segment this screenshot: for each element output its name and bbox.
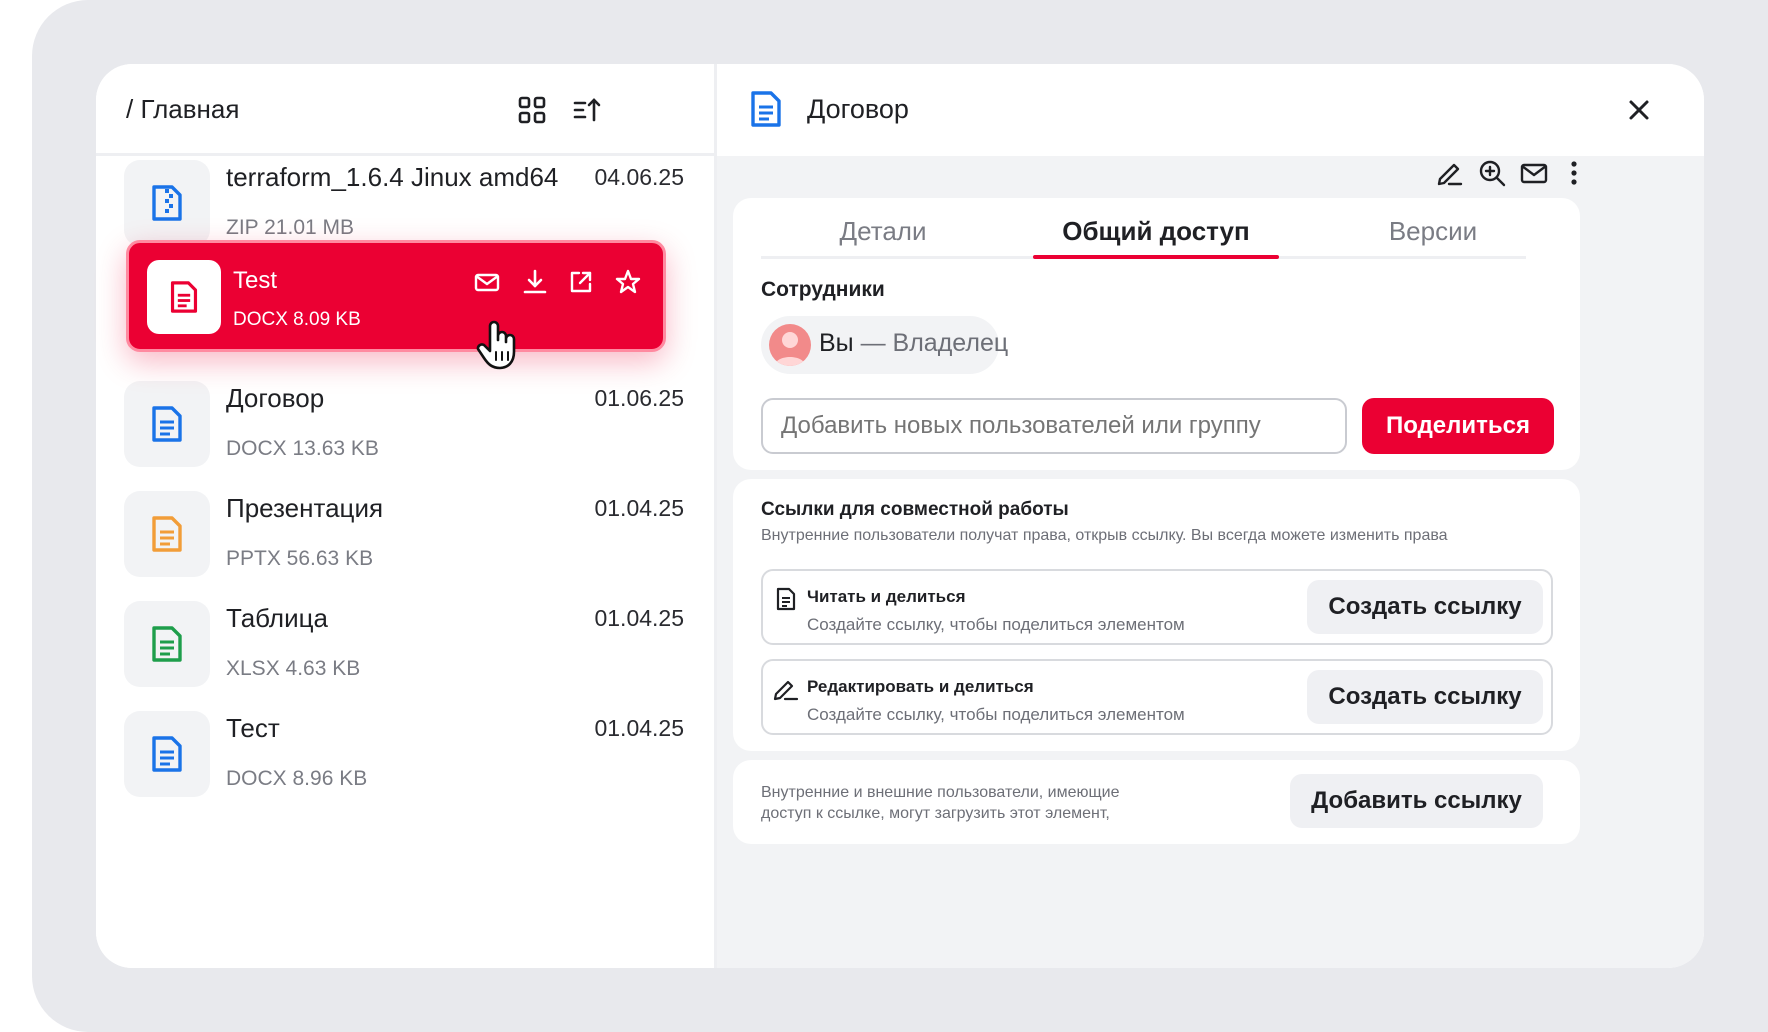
create-link-button[interactable]: Создать ссылку [1307, 670, 1543, 724]
file-meta: ZIP 21.01 MB [226, 216, 355, 239]
close-icon[interactable] [1627, 98, 1651, 122]
file-meta: DOCX 8.96 KB [226, 767, 368, 790]
external-text-2: доступ к ссылке, могут загрузить этот эл… [761, 805, 1110, 822]
owner-chip[interactable]: Вы — Владелец [761, 316, 1008, 374]
open-external-icon[interactable] [566, 267, 596, 297]
tab-sharing[interactable]: Общий доступ [1033, 216, 1279, 247]
dragged-file-card[interactable]: Test DOCX 8.09 KB [126, 240, 666, 352]
doc-file-icon [751, 91, 781, 127]
file-item[interactable]: Таблица XLSX 4.63 KB 01.04.25 [124, 601, 684, 689]
collab-links-card: Ссылки для совместной работы Внутренние … [733, 479, 1580, 751]
owner-role: — Владелец [853, 329, 1009, 357]
mail-icon[interactable] [472, 267, 502, 297]
breadcrumb[interactable]: / Главная [126, 94, 239, 125]
file-name: Test [233, 267, 278, 294]
edit-icon [773, 680, 799, 701]
external-text-1: Внутренние и внешние пользователи, имеющ… [761, 784, 1120, 801]
file-meta: DOCX 8.09 KB [233, 309, 361, 330]
file-thumb [124, 491, 210, 577]
zoom-in-icon[interactable] [1477, 158, 1507, 188]
tab-versions[interactable]: Версии [1323, 216, 1543, 247]
star-icon[interactable] [613, 267, 643, 297]
hand-cursor-icon [476, 320, 516, 370]
file-meta: PPTX 56.63 KB [226, 547, 374, 570]
links-heading: Ссылки для совместной работы [761, 499, 1069, 520]
external-access-card: Внутренние и внешние пользователи, имеющ… [733, 760, 1580, 844]
file-name: Презентация [226, 493, 384, 523]
file-list-panel: / Главная terraform_1.6.4 Jinux amd64 ZI… [96, 64, 714, 968]
file-name: Таблица [226, 603, 328, 633]
link-row-read: Читать и делиться Создайте ссылку, чтобы… [761, 569, 1553, 645]
file-date: 01.06.25 [594, 385, 684, 411]
more-icon[interactable] [1559, 158, 1589, 188]
share-button[interactable]: Поделиться [1362, 398, 1554, 454]
mail-icon[interactable] [1519, 158, 1549, 188]
doc-file-icon [170, 281, 198, 313]
file-meta: DOCX 13.63 KB [226, 437, 379, 460]
user-avatar-icon [775, 332, 805, 366]
details-header: Договор [717, 64, 1704, 156]
avatar [769, 324, 811, 366]
link-row-edit: Редактировать и делиться Создайте ссылку… [761, 659, 1553, 735]
create-link-button[interactable]: Создать ссылку [1307, 580, 1543, 634]
link-subtitle: Создайте ссылку, чтобы поделиться элемен… [807, 615, 1185, 634]
file-thumb [124, 711, 210, 797]
file-thumb [124, 381, 210, 467]
file-manager-window: / Главная terraform_1.6.4 Jinux amd64 ZI… [96, 64, 1704, 968]
file-item[interactable]: Договор DOCX 13.63 KB 01.06.25 [124, 381, 684, 469]
link-subtitle: Создайте ссылку, чтобы поделиться элемен… [807, 705, 1185, 724]
file-thumb [124, 601, 210, 687]
document-title: Договор [807, 94, 909, 124]
file-meta: XLSX 4.63 KB [226, 657, 361, 680]
file-thumb [147, 260, 221, 334]
file-item[interactable]: Тест DOCX 8.96 KB 01.04.25 [124, 711, 684, 799]
file-list-header: / Главная [96, 64, 714, 156]
download-icon[interactable] [520, 267, 550, 297]
edit-icon[interactable] [1435, 158, 1465, 188]
doc-file-icon [152, 406, 182, 442]
links-description: Внутренние пользователи получат права, о… [761, 527, 1448, 544]
zip-file-icon [152, 185, 182, 221]
file-item[interactable]: terraform_1.6.4 Jinux amd64 ZIP 21.01 MB… [124, 160, 684, 248]
tab-details[interactable]: Детали [773, 216, 993, 247]
grid-view-icon[interactable] [516, 94, 548, 126]
details-panel: Договор Детали Общий доступ Версии Сотру… [717, 64, 1704, 968]
link-title: Читать и делиться [807, 587, 966, 606]
file-date: 01.04.25 [594, 495, 684, 521]
owner-you: Вы [819, 329, 854, 357]
sharing-card: Детали Общий доступ Версии Сотрудники Вы… [733, 198, 1580, 470]
link-title: Редактировать и делиться [807, 677, 1034, 696]
file-date: 04.06.25 [594, 164, 684, 190]
file-date: 01.04.25 [594, 715, 684, 741]
file-date: 01.04.25 [594, 605, 684, 631]
file-item[interactable]: Презентация PPTX 56.63 KB 01.04.25 [124, 491, 684, 579]
file-thumb [124, 160, 210, 246]
add-users-input[interactable] [761, 398, 1347, 454]
doc-file-icon [152, 736, 182, 772]
xlsx-file-icon [152, 626, 182, 662]
pptx-file-icon [152, 516, 182, 552]
file-name: Тест [226, 713, 280, 743]
sort-icon[interactable] [571, 94, 603, 126]
file-name: Договор [226, 383, 325, 413]
add-link-button[interactable]: Добавить ссылку [1290, 774, 1543, 828]
file-name: terraform_1.6.4 Jinux amd64 [226, 162, 559, 192]
active-tab-indicator [1033, 255, 1279, 259]
document-icon [776, 587, 796, 611]
owner-label: Вы — Владелец [819, 329, 1008, 358]
employees-heading: Сотрудники [761, 278, 885, 301]
